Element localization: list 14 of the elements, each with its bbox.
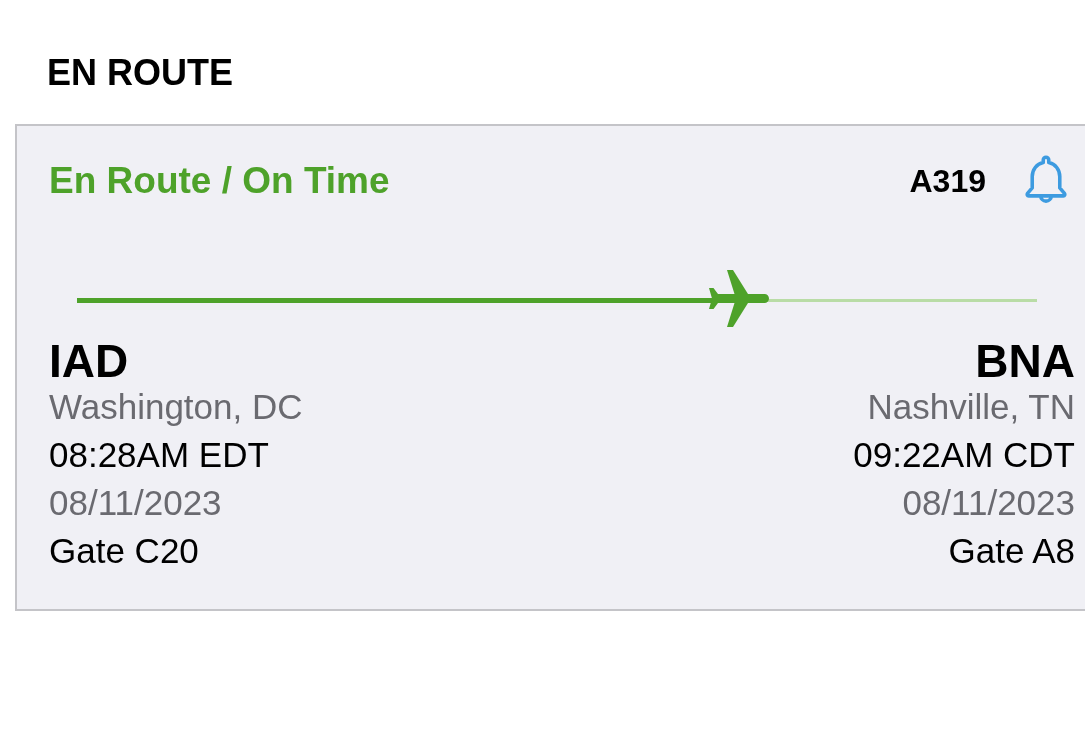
aircraft-type: A319 bbox=[909, 162, 986, 201]
flight-date: 08/11/2023 bbox=[902, 482, 1075, 524]
gate-label: Gate C20 bbox=[49, 530, 199, 572]
departure-time: 08:28AM EDT bbox=[49, 434, 269, 476]
flight-status: En Route / On Time bbox=[49, 159, 390, 203]
section-title: EN ROUTE bbox=[47, 52, 233, 94]
city-name: Nashville, TN bbox=[867, 386, 1075, 428]
gate-label: Gate A8 bbox=[948, 530, 1075, 572]
airport-code: BNA bbox=[975, 335, 1075, 388]
arrival-time: 09:22AM CDT bbox=[853, 434, 1075, 476]
city-name: Washington, DC bbox=[49, 386, 303, 428]
flight-date: 08/11/2023 bbox=[49, 482, 222, 524]
airport-code: IAD bbox=[49, 335, 129, 388]
airplane-icon bbox=[709, 270, 770, 330]
